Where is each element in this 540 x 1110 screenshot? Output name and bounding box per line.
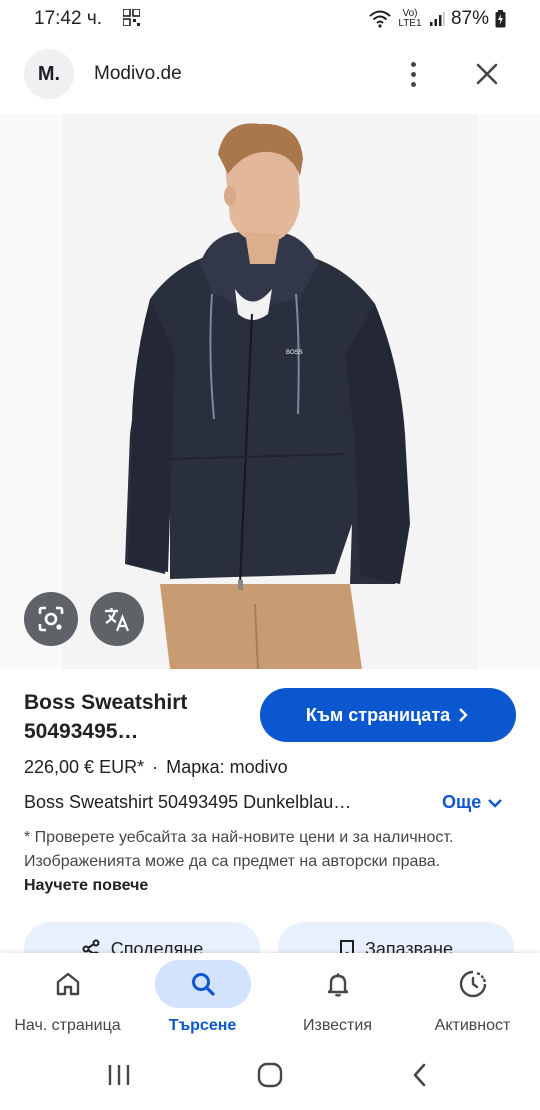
close-icon[interactable] bbox=[470, 57, 504, 91]
bell-icon bbox=[327, 973, 348, 997]
nav-search[interactable]: Търсене bbox=[135, 953, 270, 1047]
chevron-right-icon bbox=[459, 708, 468, 722]
site-avatar[interactable]: M. bbox=[24, 49, 74, 99]
camera-lens-icon bbox=[38, 606, 64, 632]
source-header: M. Modivo.de bbox=[0, 44, 540, 106]
nav-activity-label: Активност bbox=[434, 1017, 511, 1034]
product-price: 226,00 € EUR* bbox=[24, 757, 145, 777]
disclaimer-text: * Проверете уебсайта за най-новите цени … bbox=[24, 829, 454, 870]
nav-activity[interactable]: Активност bbox=[405, 953, 540, 1047]
brand-logo-text: BOSS bbox=[286, 350, 303, 356]
nav-home-label: Нач. страница bbox=[14, 1017, 121, 1034]
more-label: Още bbox=[442, 792, 482, 812]
status-icons: Vo) LTE1 87% bbox=[369, 8, 506, 30]
battery-charging-icon bbox=[495, 10, 506, 28]
status-bar: 17:42 ч. Vo) LTE1 87% bbox=[0, 0, 540, 38]
status-time: 17:42 ч. bbox=[34, 8, 103, 29]
site-name[interactable]: Modivo.de bbox=[94, 63, 182, 85]
home-system-icon[interactable] bbox=[257, 1062, 283, 1088]
recent-apps-icon[interactable] bbox=[106, 1063, 132, 1087]
disclaimer-notice: * Проверете уебсайта за най-новите цени … bbox=[24, 826, 494, 898]
more-options-icon[interactable] bbox=[403, 57, 423, 91]
product-brand: Марка: modivo bbox=[166, 757, 288, 777]
system-navigation-bar bbox=[0, 1047, 540, 1110]
nav-notifications-label: Известия bbox=[303, 1017, 372, 1034]
product-title: Boss Sweatshirt 50493495… bbox=[24, 691, 188, 743]
home-icon bbox=[56, 972, 79, 996]
meta-separator: · bbox=[152, 757, 159, 777]
search-icon bbox=[191, 973, 215, 996]
nav-notifications[interactable]: Известия bbox=[270, 953, 405, 1047]
signal-icon bbox=[429, 12, 445, 26]
bottom-navigation: Нач. страница Търсене Известия Активност bbox=[0, 953, 540, 1047]
translate-icon bbox=[105, 608, 130, 632]
qr-code-icon bbox=[123, 9, 140, 26]
learn-more-link[interactable]: Научете повече bbox=[24, 877, 148, 894]
hoodie-model-illustration: BOSS bbox=[0, 114, 540, 669]
nav-home[interactable]: Нач. страница bbox=[0, 953, 135, 1047]
lens-search-button[interactable] bbox=[24, 592, 78, 646]
more-button[interactable]: Още bbox=[442, 792, 503, 813]
product-description: Boss Sweatshirt 50493495 Dunkelblau… bbox=[24, 792, 352, 812]
visit-page-label: Към страницата bbox=[305, 704, 451, 725]
activity-icon bbox=[459, 970, 486, 998]
nav-notifications-icon-wrap bbox=[290, 960, 386, 1008]
visit-page-button[interactable]: Към страницата bbox=[260, 688, 516, 742]
nav-home-icon-wrap bbox=[20, 960, 116, 1008]
chevron-down-icon bbox=[488, 798, 503, 808]
nav-search-label: Търсене bbox=[168, 1017, 237, 1034]
translate-button[interactable] bbox=[90, 592, 144, 646]
back-icon[interactable] bbox=[410, 1062, 430, 1088]
nav-search-icon-wrap bbox=[154, 960, 251, 1008]
nav-activity-icon-wrap bbox=[425, 960, 521, 1008]
battery-percent: 87% bbox=[450, 8, 489, 29]
wifi-icon bbox=[369, 10, 391, 28]
product-image[interactable]: BOSS bbox=[0, 114, 540, 669]
network-type: Vo) LTE1 bbox=[398, 8, 422, 29]
product-meta: 226,00 € EUR* · Марка: modivo bbox=[24, 757, 288, 778]
